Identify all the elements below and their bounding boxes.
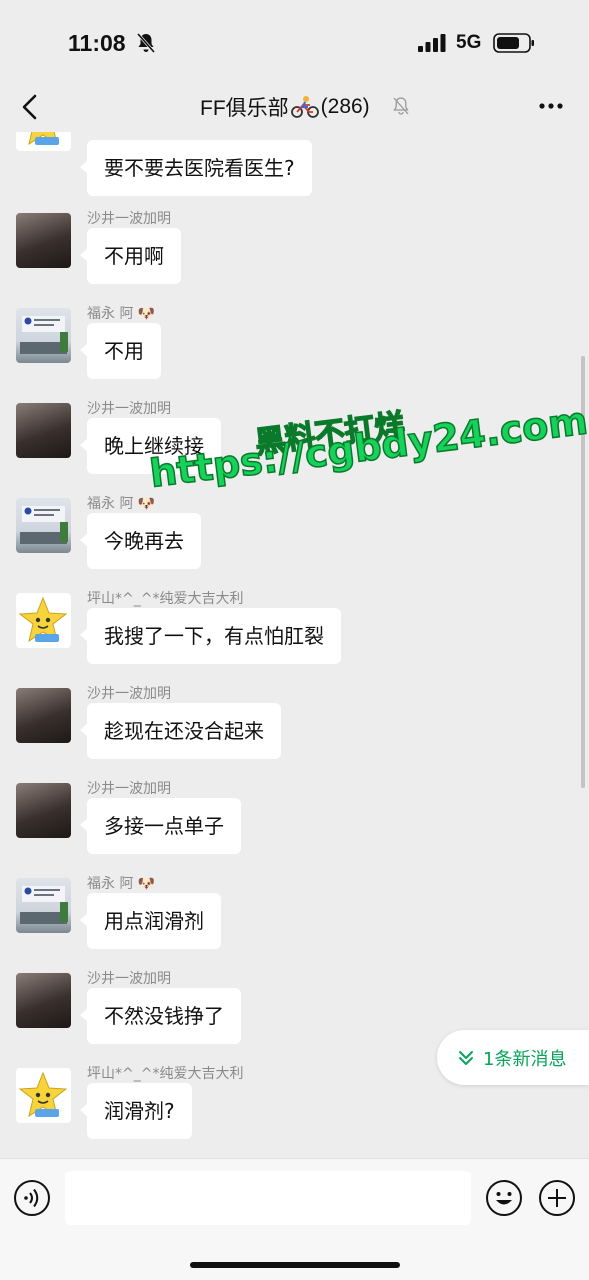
avatar[interactable] xyxy=(16,498,71,553)
avatar[interactable] xyxy=(16,1068,71,1123)
voice-icon[interactable] xyxy=(13,1179,51,1217)
message-bubble[interactable]: 今晚再去 xyxy=(80,513,201,569)
message-bubble[interactable]: 要不要去医院看医生? xyxy=(80,140,312,196)
sender-name: 沙井一波加明 xyxy=(87,211,171,227)
bike-icon xyxy=(290,96,319,118)
message-input[interactable] xyxy=(65,1171,471,1225)
avatar[interactable] xyxy=(16,403,71,458)
message-row: 沙井一波加明 不用啊 xyxy=(16,208,576,303)
status-time: 11:08 xyxy=(68,30,126,56)
sender-name: 坪山*^_^*纯爱大吉大利 xyxy=(87,1066,244,1082)
avatar[interactable] xyxy=(16,878,71,933)
sender-name: 坪山*^_^*纯爱大吉大利 xyxy=(87,591,244,607)
office-logo-icon xyxy=(20,886,68,924)
avatar[interactable] xyxy=(16,593,71,648)
message-bubble[interactable]: 不然没钱挣了 xyxy=(80,988,241,1044)
message-bubble[interactable]: 润滑剂? xyxy=(80,1083,192,1139)
star-mascot-icon xyxy=(28,132,59,146)
message-row: 福永 阿 🐶 用点润滑剂 xyxy=(16,873,576,968)
office-logo-icon xyxy=(20,506,68,544)
status-bar: 11:08 5G xyxy=(0,0,589,84)
star-mascot-icon xyxy=(18,1071,68,1118)
dog-emoji-icon: 🐶 xyxy=(137,496,156,512)
scrollbar[interactable] xyxy=(581,356,585,788)
message-row: 沙井一波加明 趁现在还没合起来 xyxy=(16,683,576,778)
avatar[interactable] xyxy=(16,213,71,268)
avatar[interactable] xyxy=(16,688,71,743)
sender-name: 福永 阿 🐶 xyxy=(87,496,156,512)
message-bubble[interactable]: 晚上继续接 xyxy=(80,418,221,474)
sender-name: 福永 阿 🐶 xyxy=(87,876,156,892)
new-messages-button[interactable]: 1条新消息 xyxy=(437,1030,589,1085)
emoji-icon[interactable] xyxy=(485,1179,523,1217)
chat-title[interactable]: FF俱乐部 (286) xyxy=(200,92,370,122)
message-row: 福永 阿 🐶 今晚再去 xyxy=(16,493,576,588)
battery-icon xyxy=(493,33,534,53)
message-row: 福永 阿 🐶 不用 xyxy=(16,303,576,398)
member-count: (286) xyxy=(320,95,370,118)
message-row: 坪山*^_^*纯爱大吉大利 我搜了一下，有点怕肛裂 xyxy=(16,588,576,683)
message-bubble[interactable]: 趁现在还没合起来 xyxy=(80,703,281,759)
message-bubble[interactable]: 不用啊 xyxy=(80,228,181,284)
sender-name: 沙井一波加明 xyxy=(87,971,171,987)
bell-off-icon xyxy=(136,33,156,53)
avatar[interactable] xyxy=(16,132,71,151)
sender-name: 沙井一波加明 xyxy=(87,401,171,417)
chat-header: FF俱乐部 (286) xyxy=(0,84,589,132)
message-row: 要不要去医院看医生? xyxy=(16,132,576,215)
home-indicator xyxy=(190,1262,400,1268)
message-bubble[interactable]: 用点润滑剂 xyxy=(80,893,221,949)
dog-emoji-icon: 🐶 xyxy=(137,876,156,892)
back-icon[interactable] xyxy=(18,92,42,122)
avatar[interactable] xyxy=(16,973,71,1028)
avatar[interactable] xyxy=(16,783,71,838)
more-icon[interactable] xyxy=(538,102,564,110)
message-bubble[interactable]: 不用 xyxy=(80,323,161,379)
message-bubble[interactable]: 多接一点单子 xyxy=(80,798,241,854)
office-logo-icon xyxy=(20,316,68,354)
signal-icon xyxy=(418,34,446,52)
message-row: 沙井一波加明 多接一点单子 xyxy=(16,778,576,873)
message-row: 沙井一波加明 晚上继续接 xyxy=(16,398,576,493)
dog-emoji-icon: 🐶 xyxy=(137,306,156,322)
message-bubble[interactable]: 我搜了一下，有点怕肛裂 xyxy=(80,608,341,664)
double-chevron-down-icon xyxy=(459,1050,473,1065)
sender-name: 沙井一波加明 xyxy=(87,781,171,797)
sender-name: 沙井一波加明 xyxy=(87,686,171,702)
star-mascot-icon xyxy=(18,596,68,643)
network-type: 5G xyxy=(456,32,482,53)
group-name: FF俱乐部 xyxy=(200,97,289,120)
new-messages-label: 1条新消息 xyxy=(483,1048,567,1070)
message-list[interactable]: 要不要去医院看医生? 沙井一波加明 不用啊 福永 阿 🐶 不用 沙井一波加明 晚… xyxy=(0,132,589,1158)
mute-icon xyxy=(393,97,409,115)
plus-icon[interactable] xyxy=(538,1179,576,1217)
avatar[interactable] xyxy=(16,308,71,363)
sender-name: 福永 阿 🐶 xyxy=(87,306,156,322)
